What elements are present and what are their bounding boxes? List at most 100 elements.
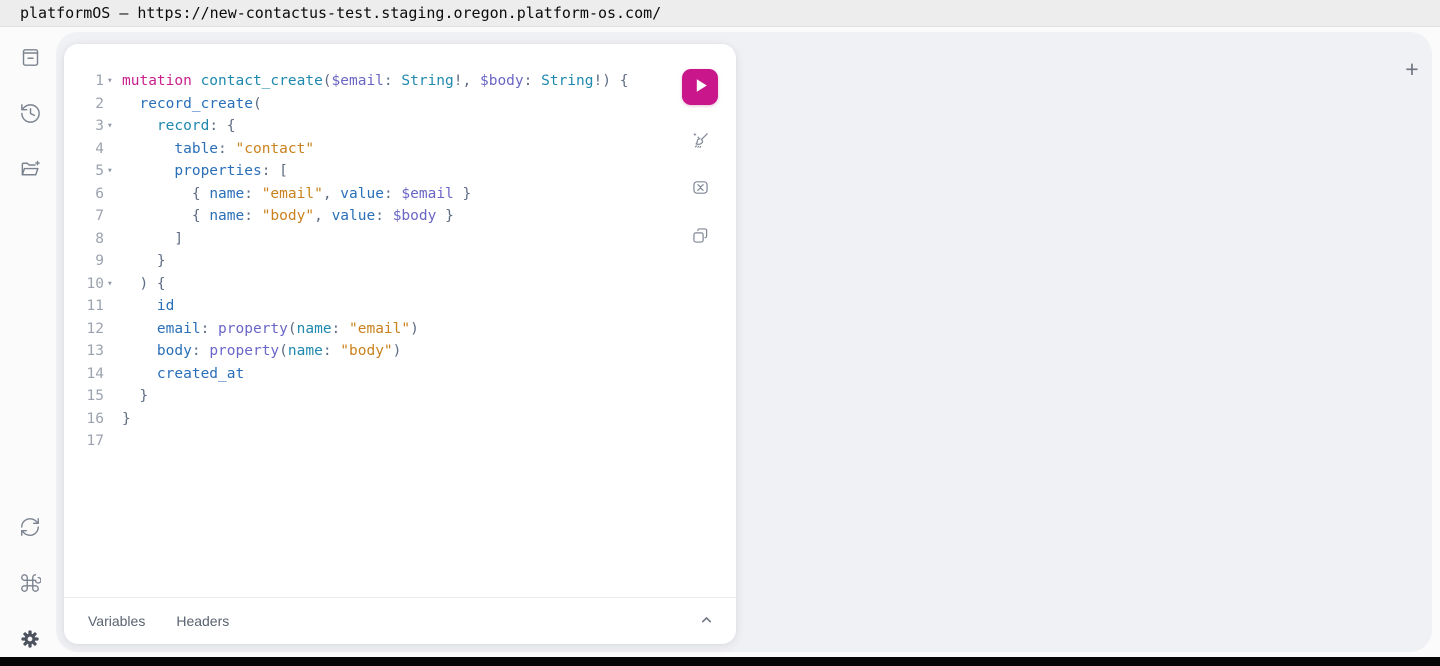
code-line[interactable]: 17 (64, 430, 736, 453)
code-token: : { (209, 118, 235, 134)
code-token: $email (332, 73, 384, 89)
tab-headers[interactable]: Headers (176, 613, 229, 629)
fold-marker (104, 318, 122, 341)
gear-icon (19, 628, 41, 650)
code-token: ) (393, 343, 402, 359)
fold-marker (104, 228, 122, 251)
sidebar-shortcuts-button[interactable] (12, 565, 48, 601)
code-token: : (332, 321, 341, 337)
toggle-editor-tools-button[interactable] (692, 607, 720, 635)
code-line[interactable]: 3▾ record: { (64, 115, 736, 138)
code-line[interactable]: 8 ] (64, 228, 736, 251)
line-number: 9 (64, 250, 104, 273)
sidebar-refetch-schema-button[interactable] (12, 509, 48, 545)
code-token: !) { (594, 73, 629, 89)
code-line[interactable]: 1▾mutation contact_create($email: String… (64, 70, 736, 93)
code-line[interactable]: 9 } (64, 250, 736, 273)
execute-button[interactable] (682, 69, 718, 105)
code-text: table: "contact" (122, 138, 314, 161)
sidebar-history-button[interactable] (12, 95, 48, 131)
code-line[interactable]: 2 record_create( (64, 93, 736, 116)
query-editor[interactable]: 1▾mutation contact_create($email: String… (64, 70, 736, 453)
code-line[interactable]: 14 created_at (64, 363, 736, 386)
code-token: String (401, 73, 453, 89)
code-token: contact_create (201, 73, 323, 89)
code-token (192, 73, 201, 89)
line-number: 7 (64, 205, 104, 228)
line-number: 16 (64, 408, 104, 431)
code-token: : [ (262, 163, 288, 179)
code-token: "email" (349, 321, 410, 337)
code-token: properties (174, 163, 261, 179)
code-line[interactable]: 15 } (64, 385, 736, 408)
code-token: , (323, 186, 332, 202)
code-token (122, 298, 157, 314)
prettify-button[interactable] (684, 126, 716, 158)
code-line[interactable]: 16} (64, 408, 736, 431)
code-token: name (297, 321, 332, 337)
code-line[interactable]: 13 body: property(name: "body") (64, 340, 736, 363)
sidebar-saved-queries-button[interactable] (12, 151, 48, 187)
chevron-up-icon (699, 612, 714, 630)
code-text: record_create( (122, 93, 262, 116)
response-pane (760, 44, 1420, 634)
code-token: record_create (139, 96, 253, 112)
fold-marker[interactable]: ▾ (104, 160, 122, 183)
code-text: email: property(name: "email") (122, 318, 419, 341)
code-token (471, 73, 480, 89)
code-token (253, 186, 262, 202)
code-token: : (384, 186, 393, 202)
line-number: 15 (64, 385, 104, 408)
code-token: $body (393, 208, 437, 224)
code-token: "body" (262, 208, 314, 224)
fold-marker (104, 363, 122, 386)
code-token: } (436, 208, 453, 224)
line-number: 13 (64, 340, 104, 363)
code-token: $email (401, 186, 453, 202)
fold-marker (104, 295, 122, 318)
copy-query-button[interactable] (684, 221, 716, 253)
code-token (122, 118, 157, 134)
prettify-icon (690, 130, 711, 154)
code-token: email (157, 321, 201, 337)
fold-marker[interactable]: ▾ (104, 273, 122, 296)
code-token: } (139, 388, 148, 404)
code-token: : (244, 208, 253, 224)
fold-marker[interactable]: ▾ (104, 70, 122, 93)
fold-marker (104, 250, 122, 273)
code-token (122, 343, 157, 359)
code-line[interactable]: 4 table: "contact" (64, 138, 736, 161)
fold-marker (104, 340, 122, 363)
sidebar-docs-button[interactable] (12, 39, 48, 75)
code-token: ) { (139, 276, 165, 292)
code-token: } (454, 186, 471, 202)
sidebar-settings-button[interactable] (12, 621, 48, 657)
code-token: body (157, 343, 192, 359)
tab-variables[interactable]: Variables (88, 613, 145, 629)
fold-marker (104, 430, 122, 453)
code-line[interactable]: 10▾ ) { (64, 273, 736, 296)
history-icon (19, 102, 42, 125)
code-token (201, 343, 210, 359)
code-token: $body (480, 73, 524, 89)
code-token: name (288, 343, 323, 359)
fold-marker[interactable]: ▾ (104, 115, 122, 138)
code-line[interactable]: 11 id (64, 295, 736, 318)
merge-icon (690, 177, 711, 201)
code-token: , (314, 208, 323, 224)
merge-fragments-button[interactable] (684, 173, 716, 205)
fold-marker (104, 183, 122, 206)
code-line[interactable]: 7 { name: "body", value: $body } (64, 205, 736, 228)
code-token (122, 163, 174, 179)
code-line[interactable]: 12 email: property(name: "email") (64, 318, 736, 341)
line-number: 11 (64, 295, 104, 318)
code-token: "email" (262, 186, 323, 202)
line-number: 1 (64, 70, 104, 93)
code-line[interactable]: 6 { name: "email", value: $email } (64, 183, 736, 206)
code-token (122, 208, 192, 224)
play-icon (690, 75, 711, 99)
code-token: : (218, 141, 227, 157)
code-token (122, 321, 157, 337)
code-line[interactable]: 5▾ properties: [ (64, 160, 736, 183)
code-token: id (157, 298, 174, 314)
